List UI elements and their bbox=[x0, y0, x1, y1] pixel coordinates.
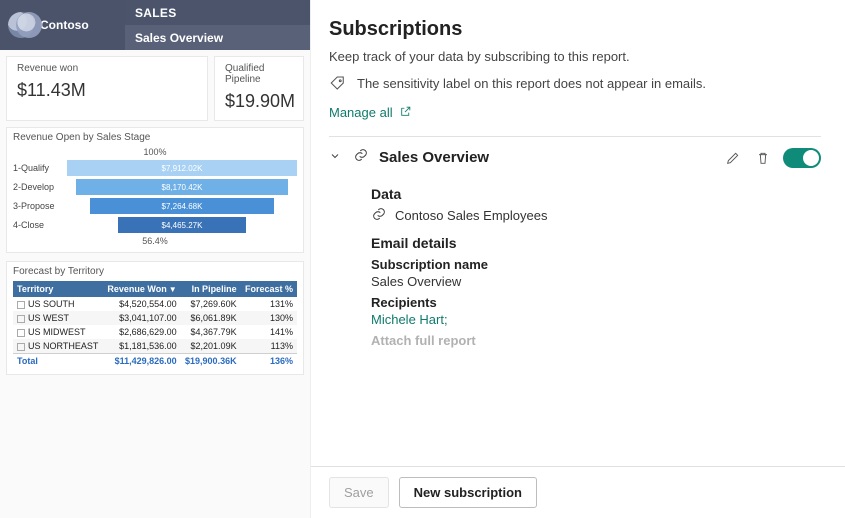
card-value: $11.43M bbox=[17, 80, 197, 101]
bar-row[interactable]: 1-Qualify $7,912.02K bbox=[13, 160, 297, 176]
card-qualified-pipeline[interactable]: Qualified Pipeline $19.90M bbox=[214, 56, 304, 121]
table-row[interactable]: US MIDWEST$2,686,629.00$4,367.79K141% bbox=[13, 325, 297, 339]
table-total-row: Total$11,429,826.00$19,900.36K136% bbox=[13, 354, 297, 369]
nav-page[interactable]: Sales Overview bbox=[125, 25, 310, 50]
col-revenue-won[interactable]: Revenue Won▼ bbox=[103, 281, 181, 297]
bar-row[interactable]: 4-Close $4,465.27K bbox=[13, 217, 297, 233]
subscription-name-value: Sales Overview bbox=[371, 274, 821, 289]
brand-name: Contoso bbox=[40, 18, 89, 32]
territory-table: Territory Revenue Won▼ In Pipeline Forec… bbox=[13, 281, 297, 368]
bar: $7,912.02K bbox=[67, 160, 297, 176]
powerbi-logo-icon bbox=[8, 12, 34, 38]
panel-revenue-by-stage[interactable]: Revenue Open by Sales Stage 100% 1-Quali… bbox=[6, 127, 304, 253]
divider bbox=[329, 136, 821, 137]
col-forecast-pct[interactable]: Forecast % bbox=[241, 281, 297, 297]
sensitivity-note: The sensitivity label on this report doe… bbox=[357, 76, 706, 91]
report-canvas: Contoso SALES Sales Overview Revenue won… bbox=[0, 0, 310, 518]
link-icon bbox=[371, 206, 387, 225]
panel-footer: Save New subscription bbox=[311, 466, 845, 518]
card-value: $19.90M bbox=[225, 91, 293, 112]
expand-icon[interactable] bbox=[17, 301, 25, 309]
tag-icon bbox=[329, 74, 347, 92]
bar-label: 3-Propose bbox=[13, 201, 67, 211]
subscriptions-panel: Subscriptions Keep track of your data by… bbox=[310, 0, 845, 518]
bar: $4,465.27K bbox=[118, 217, 247, 233]
bar-row[interactable]: 3-Propose $7,264.68K bbox=[13, 198, 297, 214]
data-audience: Contoso Sales Employees bbox=[395, 208, 547, 223]
table-row[interactable]: US WEST$3,041,107.00$6,061.89K130% bbox=[13, 311, 297, 325]
bar-label: 1-Qualify bbox=[13, 163, 67, 173]
col-in-pipeline[interactable]: In Pipeline bbox=[181, 281, 241, 297]
brand-block[interactable]: Contoso bbox=[0, 0, 125, 50]
card-label: Revenue won bbox=[17, 63, 197, 74]
funnel-bottom-pct: 56.4% bbox=[13, 236, 297, 246]
panel-forecast-territory[interactable]: Forecast by Territory Territory Revenue … bbox=[6, 261, 304, 375]
card-revenue-won[interactable]: Revenue won $11.43M bbox=[6, 56, 208, 121]
expand-icon[interactable] bbox=[17, 343, 25, 351]
open-external-icon bbox=[399, 105, 412, 121]
bar-label: 4-Close bbox=[13, 220, 67, 230]
bar: $8,170.42K bbox=[76, 179, 288, 195]
edit-button[interactable] bbox=[723, 148, 743, 168]
section-email-heading: Email details bbox=[371, 235, 821, 251]
subscription-title: Sales Overview bbox=[379, 149, 713, 166]
col-territory[interactable]: Territory bbox=[13, 281, 103, 297]
expand-icon[interactable] bbox=[17, 329, 25, 337]
panel-heading: Subscriptions bbox=[329, 18, 821, 41]
expand-icon[interactable] bbox=[17, 315, 25, 323]
enabled-toggle[interactable] bbox=[783, 148, 821, 168]
sort-desc-icon: ▼ bbox=[169, 285, 177, 294]
link-icon bbox=[353, 147, 369, 168]
table-row[interactable]: US NORTHEAST$1,181,536.00$2,201.09K113% bbox=[13, 339, 297, 354]
panel-title: Revenue Open by Sales Stage bbox=[13, 132, 297, 143]
subscription-name-label: Subscription name bbox=[371, 257, 821, 272]
section-data-heading: Data bbox=[371, 186, 821, 202]
bar-label: 2-Develop bbox=[13, 182, 67, 192]
recipients-label: Recipients bbox=[371, 295, 821, 310]
table-row[interactable]: US SOUTH$4,520,554.00$7,269.60K131% bbox=[13, 297, 297, 311]
panel-title: Forecast by Territory bbox=[13, 266, 297, 277]
new-subscription-button[interactable]: New subscription bbox=[399, 477, 537, 508]
delete-button[interactable] bbox=[753, 148, 773, 168]
top-nav: Contoso SALES Sales Overview bbox=[0, 0, 310, 50]
bar-row[interactable]: 2-Develop $8,170.42K bbox=[13, 179, 297, 195]
bar: $7,264.68K bbox=[90, 198, 274, 214]
expand-toggle[interactable] bbox=[329, 149, 343, 167]
panel-description: Keep track of your data by subscribing t… bbox=[329, 49, 821, 64]
funnel-top-pct: 100% bbox=[13, 147, 297, 157]
card-label: Qualified Pipeline bbox=[225, 63, 293, 85]
recipients-value[interactable]: Michele Hart; bbox=[371, 312, 821, 327]
save-button: Save bbox=[329, 477, 389, 508]
attach-label-cutoff: Attach full report bbox=[371, 333, 821, 348]
manage-all-link[interactable]: Manage all bbox=[329, 105, 412, 121]
nav-section[interactable]: SALES bbox=[125, 0, 310, 25]
